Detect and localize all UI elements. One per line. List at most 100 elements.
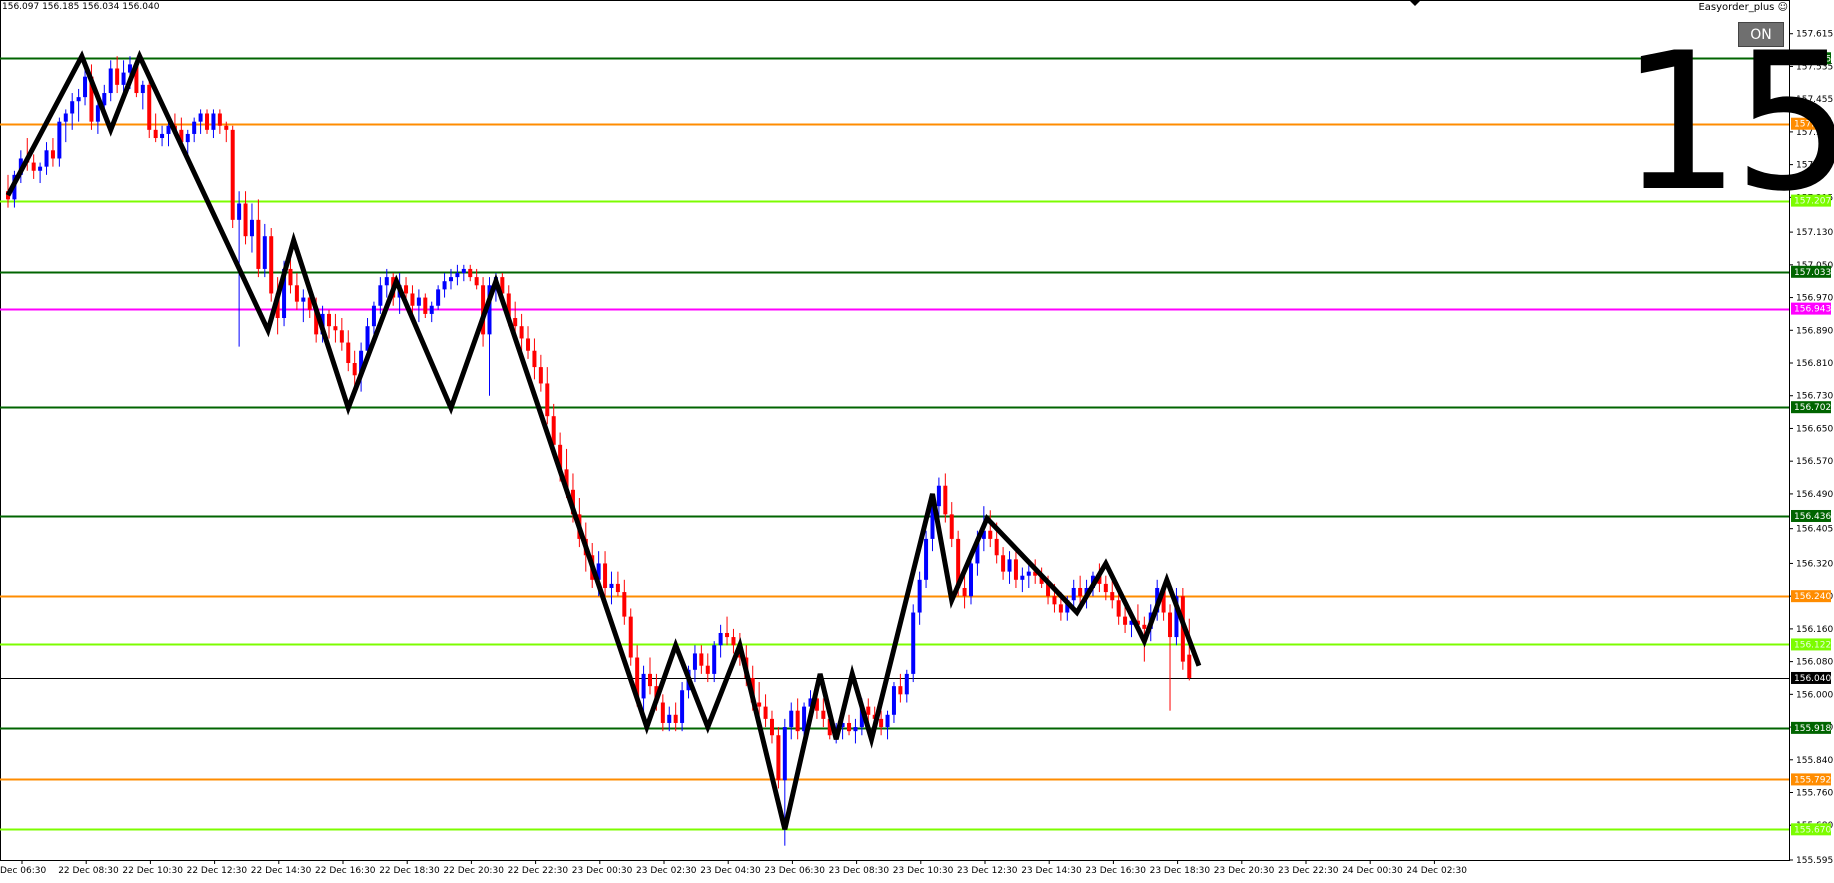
time-axis: Dec 06:30 22 Dec 08:30 22 Dec 10:30 22 Dec … — [0, 860, 1467, 876]
candle-body-66 — [429, 305, 434, 314]
time-tick-label-19: 23 Dec 20:30 — [1214, 866, 1275, 876]
candle-body-40 — [262, 236, 267, 269]
candle-body-70 — [455, 273, 460, 278]
candle-body-71 — [461, 268, 466, 274]
time-tick-label-10: 23 Dec 02:30 — [636, 866, 697, 876]
candle-body-63 — [410, 293, 415, 306]
time-tick-label-22: 24 Dec 02:30 — [1406, 866, 1467, 876]
candle-body-143 — [924, 538, 929, 580]
candle-body-12 — [83, 76, 88, 98]
level-badge-label-8: 156.122 — [1794, 640, 1831, 650]
candle-body-5 — [38, 166, 43, 171]
candle-body-68 — [442, 281, 447, 290]
time-tick-label-6: 22 Dec 18:30 — [379, 866, 440, 876]
candle-body-146 — [943, 485, 948, 515]
candle-body-44 — [288, 268, 293, 286]
price-tick-label-18: 156.160 — [1796, 625, 1833, 635]
candle-body-45 — [294, 285, 299, 302]
ohlc-readout: 156.097 156.185 156.034 156.040 — [2, 2, 160, 12]
candle-body-140 — [904, 673, 909, 695]
level-badge-label-11: 155.792 — [1794, 775, 1831, 785]
candle-body-35 — [230, 129, 235, 220]
price-tick-label-19: 156.080 — [1796, 658, 1833, 668]
price-chart[interactable]: 157.615157.535157.455157.375157.295157.2… — [0, 0, 1834, 879]
candle-body-46 — [301, 297, 306, 302]
price-tick-label-15: 156.405 — [1796, 525, 1833, 535]
candle-body-105 — [680, 690, 685, 723]
candle-body-102 — [660, 702, 665, 723]
candle-body-120 — [776, 735, 781, 781]
candle-body-18 — [121, 72, 126, 85]
candle-body-167 — [1078, 587, 1083, 597]
candle-body-127 — [821, 710, 826, 719]
candle-body-4 — [31, 162, 36, 171]
candle-body-31 — [205, 113, 210, 130]
time-tick-label-5: 22 Dec 16:30 — [315, 866, 376, 876]
candle-body-38 — [249, 219, 254, 237]
time-tick-label-13: 23 Dec 08:30 — [829, 866, 890, 876]
candle-body-24 — [160, 133, 165, 139]
candle-body-100 — [648, 673, 652, 687]
candle-body-37 — [243, 203, 248, 237]
time-tick-label-16: 23 Dec 14:30 — [1021, 866, 1082, 876]
price-tick-label-25: 155.595 — [1796, 856, 1833, 866]
candle-body-51 — [333, 326, 338, 331]
time-tick-label-15: 23 Dec 12:30 — [957, 866, 1018, 876]
candle-body-52 — [339, 330, 344, 343]
candle-body-111 — [718, 632, 723, 646]
candle-body-9 — [63, 113, 68, 122]
candle-body-166 — [1071, 587, 1076, 601]
time-tick-label-2: 22 Dec 10:30 — [122, 866, 183, 876]
candle-body-34 — [224, 125, 229, 130]
candle-body-50 — [327, 313, 331, 327]
candle-body-93 — [603, 563, 608, 588]
price-tick-label-13: 156.570 — [1796, 457, 1833, 467]
level-badge-label-6: 156.436 — [1794, 512, 1831, 522]
candle-body-108 — [699, 653, 704, 666]
level-badge-label-12: 155.670 — [1794, 825, 1831, 835]
candle-body-65 — [423, 297, 428, 314]
time-tick-label-1: 22 Dec 08:30 — [58, 866, 119, 876]
candle-body-117 — [757, 702, 762, 707]
candle-body-122 — [789, 710, 794, 728]
candle-body-164 — [1058, 604, 1063, 613]
candle-body-155 — [1001, 555, 1006, 572]
candle-body-67 — [436, 289, 441, 306]
candle-body-177 — [1142, 624, 1147, 629]
candle-body-80 — [519, 326, 524, 339]
candle-body-123 — [795, 710, 800, 732]
time-tick-label-21: 24 Dec 00:30 — [1342, 866, 1403, 876]
time-tick-label-7: 22 Dec 20:30 — [443, 866, 504, 876]
candle-body-136 — [879, 718, 884, 728]
candle-body-104 — [673, 714, 678, 723]
candle-body-22 — [147, 84, 152, 130]
candle-body-33 — [217, 113, 222, 126]
candle-body-30 — [198, 113, 203, 122]
candle-body-84 — [545, 383, 550, 417]
candle-body-121 — [782, 727, 787, 781]
candle-body-156 — [1007, 559, 1012, 572]
candle-body-41 — [269, 236, 274, 294]
candle-body-103 — [667, 714, 672, 723]
chart-border — [0, 0, 1790, 861]
candle-body-21 — [140, 84, 145, 94]
price-tick-label-23: 155.760 — [1796, 789, 1833, 799]
candle-body-58 — [378, 285, 383, 306]
level-badge-label-5: 156.702 — [1794, 403, 1831, 413]
candle-body-184 — [1187, 654, 1192, 678]
price-tick-label-10: 156.810 — [1796, 359, 1833, 369]
candle-body-109 — [705, 665, 710, 674]
candle-body-113 — [731, 637, 736, 646]
level-badge-label-9: 156.040 — [1794, 674, 1831, 684]
candle-body-54 — [352, 363, 357, 376]
candle-body-95 — [615, 583, 620, 593]
candle-body-139 — [898, 686, 903, 695]
candle-body-94 — [609, 583, 614, 588]
candle-body-131 — [847, 722, 852, 732]
chart-area[interactable]: 157.615157.535157.455157.375157.295157.2… — [0, 0, 1834, 879]
candle-body-119 — [769, 718, 774, 736]
level-badge-label-7: 156.240 — [1794, 592, 1831, 602]
candle-body-83 — [538, 367, 543, 384]
candle-body-73 — [474, 277, 479, 286]
candle-body-172 — [1110, 592, 1115, 601]
